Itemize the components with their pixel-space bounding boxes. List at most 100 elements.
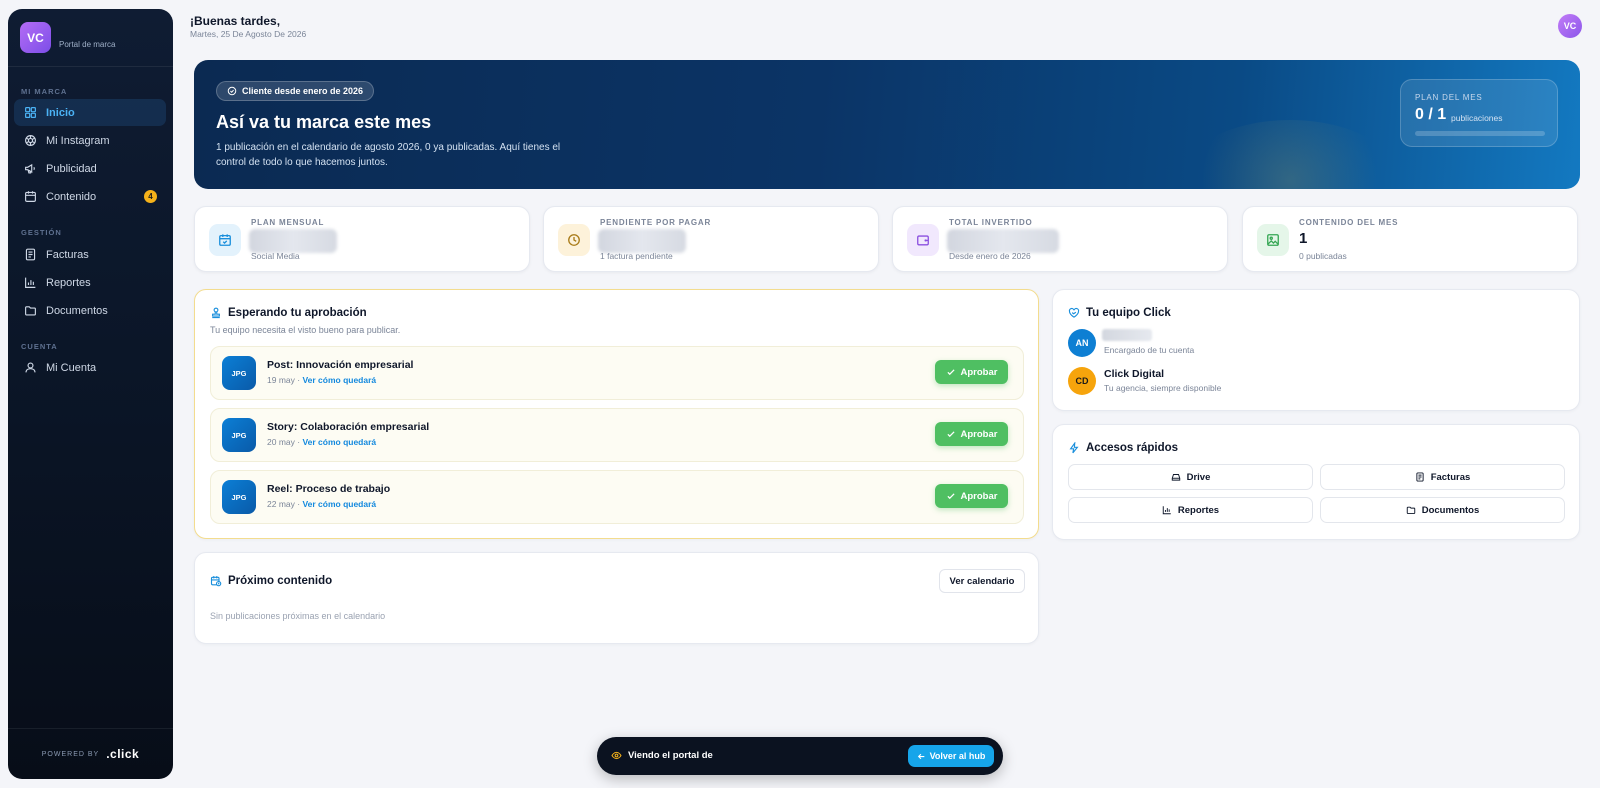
approval-title: Esperando tu aprobación bbox=[210, 307, 367, 319]
sidebar-item-reportes[interactable]: Reportes bbox=[14, 269, 166, 296]
team-panel: Tu equipo Click AN Encargado de tu cuent… bbox=[1052, 289, 1580, 411]
grid-icon bbox=[25, 107, 36, 118]
stat-label: PLAN MENSUAL bbox=[251, 218, 325, 227]
brand-subtitle: Portal de marca bbox=[59, 40, 116, 49]
lightning-icon bbox=[1069, 442, 1079, 454]
view-calendar-button[interactable]: Ver calendario bbox=[939, 569, 1025, 593]
approval-item-meta: 22 may · Ver cómo quedará bbox=[267, 499, 377, 509]
approval-item-title: Post: Innovación empresarial bbox=[267, 359, 414, 371]
section-label-gestion: GESTIÓN bbox=[21, 228, 62, 237]
plan-label: PLAN DEL MES bbox=[1415, 93, 1483, 102]
folder-icon bbox=[1406, 506, 1415, 514]
bar-chart-icon bbox=[25, 277, 36, 288]
jpg-thumbnail[interactable]: JPG bbox=[222, 418, 256, 452]
stat-icon-wrap bbox=[209, 224, 241, 256]
approve-button[interactable]: Aprobar bbox=[935, 360, 1008, 384]
stat-card-total-invertido: TOTAL INVERTIDO Desde enero de 2026 bbox=[892, 206, 1228, 272]
current-date: Martes, 25 De Agosto De 2026 bbox=[190, 29, 307, 39]
click-logo: .click bbox=[106, 747, 140, 761]
approval-item-date: 19 may bbox=[267, 375, 295, 385]
check-icon bbox=[946, 369, 955, 376]
quick-facturas-button[interactable]: Facturas bbox=[1320, 464, 1565, 490]
quick-reportes-button[interactable]: Reportes bbox=[1068, 497, 1313, 523]
section-label-mi-marca: MI MARCA bbox=[21, 87, 68, 96]
stamp-icon bbox=[212, 307, 220, 319]
powered-by-label: POWERED BY bbox=[41, 750, 100, 758]
megaphone-icon bbox=[25, 163, 35, 174]
approval-title-text: Esperando tu aprobación bbox=[228, 307, 367, 319]
jpg-thumbnail[interactable]: JPG bbox=[222, 480, 256, 514]
sidebar-item-facturas[interactable]: Facturas bbox=[14, 241, 166, 268]
quick-access-title-text: Accesos rápidos bbox=[1086, 442, 1179, 454]
jpg-thumbnail[interactable]: JPG bbox=[222, 356, 256, 390]
sidebar-item-label: Contenido bbox=[46, 190, 97, 203]
sidebar-item-inicio[interactable]: Inicio bbox=[14, 99, 166, 126]
quick-label: Drive bbox=[1186, 471, 1211, 483]
approve-button[interactable]: Aprobar bbox=[935, 484, 1008, 508]
sidebar-item-documentos[interactable]: Documentos bbox=[14, 297, 166, 324]
approval-item-title: Story: Colaboración empresarial bbox=[267, 421, 430, 433]
approval-panel: Esperando tu aprobación Tu equipo necesi… bbox=[194, 289, 1039, 539]
approval-item-date: 22 may bbox=[267, 499, 295, 509]
approve-button[interactable]: Aprobar bbox=[935, 422, 1008, 446]
stat-sub: Desde enero de 2026 bbox=[949, 251, 1031, 261]
sidebar-item-label: Publicidad bbox=[46, 162, 97, 175]
sidebar-item-mi-instagram[interactable]: Mi Instagram bbox=[14, 127, 166, 154]
plan-progress-bar bbox=[1415, 131, 1545, 136]
brand-avatar[interactable]: VC bbox=[20, 22, 51, 53]
next-content-title-text: Próximo contenido bbox=[228, 575, 333, 587]
member-role: Tu agencia, siempre disponible bbox=[1104, 383, 1222, 393]
approval-item: JPG Reel: Proceso de trabajo 22 may · Ve… bbox=[210, 470, 1024, 524]
section-label-cuenta: CUENTA bbox=[21, 342, 58, 351]
hero-title: Así va tu marca este mes bbox=[216, 112, 432, 132]
member-avatar[interactable]: CD bbox=[1068, 367, 1096, 395]
approval-item-date: 20 may bbox=[267, 437, 295, 447]
blurred-value bbox=[598, 229, 686, 253]
invoice-icon bbox=[1416, 472, 1424, 482]
stat-label: CONTENIDO DEL MES bbox=[1299, 218, 1399, 227]
blurred-value bbox=[249, 229, 337, 253]
back-to-hub-button[interactable]: Volver al hub bbox=[908, 745, 994, 767]
team-title: Tu equipo Click bbox=[1068, 307, 1171, 319]
sidebar-item-contenido[interactable]: Contenido 4 bbox=[14, 183, 166, 210]
client-since-pill: Cliente desde enero de 2026 bbox=[216, 81, 375, 101]
approval-item: JPG Story: Colaboración empresarial 20 m… bbox=[210, 408, 1024, 462]
stat-sub: Social Media bbox=[251, 251, 300, 261]
sidebar-item-label: Facturas bbox=[46, 248, 89, 261]
stat-sub: 1 factura pendiente bbox=[600, 251, 673, 261]
quick-drive-button[interactable]: Drive bbox=[1068, 464, 1313, 490]
bar-chart-icon bbox=[1162, 506, 1171, 515]
hero-glow bbox=[1180, 120, 1400, 189]
check-icon bbox=[946, 431, 955, 438]
quick-label: Reportes bbox=[1177, 504, 1220, 516]
member-avatar[interactable]: AN bbox=[1068, 329, 1096, 357]
quick-access-title: Accesos rápidos bbox=[1068, 442, 1178, 454]
preview-link[interactable]: Ver cómo quedará bbox=[302, 375, 376, 385]
calendar-icon bbox=[25, 191, 36, 202]
preview-link[interactable]: Ver cómo quedará bbox=[302, 437, 376, 447]
blurred-value bbox=[947, 229, 1059, 253]
stat-icon-wrap bbox=[907, 224, 939, 256]
invoice-icon bbox=[25, 248, 36, 261]
stat-card-pendiente: PENDIENTE POR PAGAR 1 factura pendiente bbox=[543, 206, 879, 272]
user-avatar[interactable]: VC bbox=[1558, 14, 1582, 38]
stat-label: PENDIENTE POR PAGAR bbox=[600, 218, 712, 227]
plan-value: 0 / 1 bbox=[1415, 106, 1447, 123]
quick-documentos-button[interactable]: Documentos bbox=[1320, 497, 1565, 523]
sidebar-item-mi-cuenta[interactable]: Mi Cuenta bbox=[14, 354, 166, 381]
back-to-hub-label: Volver al hub bbox=[929, 751, 986, 761]
calendar-clock-icon bbox=[210, 576, 222, 587]
quick-access-panel: Accesos rápidos Drive Facturas Reportes … bbox=[1052, 424, 1580, 540]
next-content-panel: Próximo contenido Ver calendario Sin pub… bbox=[194, 552, 1039, 644]
stat-card-plan-mensual: PLAN MENSUAL Social Media bbox=[194, 206, 530, 272]
sidebar-footer: POWERED BY .click bbox=[8, 728, 173, 779]
quick-label: Documentos bbox=[1421, 504, 1480, 516]
approve-label: Aprobar bbox=[960, 428, 998, 440]
eye-icon bbox=[611, 751, 622, 760]
user-icon bbox=[25, 362, 36, 373]
preview-link[interactable]: Ver cómo quedará bbox=[302, 499, 376, 509]
empty-state-text: Sin publicaciones próximas en el calenda… bbox=[210, 611, 386, 621]
approval-item: JPG Post: Innovación empresarial 19 may … bbox=[210, 346, 1024, 400]
instagram-icon bbox=[25, 135, 36, 146]
sidebar-item-publicidad[interactable]: Publicidad bbox=[14, 155, 166, 182]
